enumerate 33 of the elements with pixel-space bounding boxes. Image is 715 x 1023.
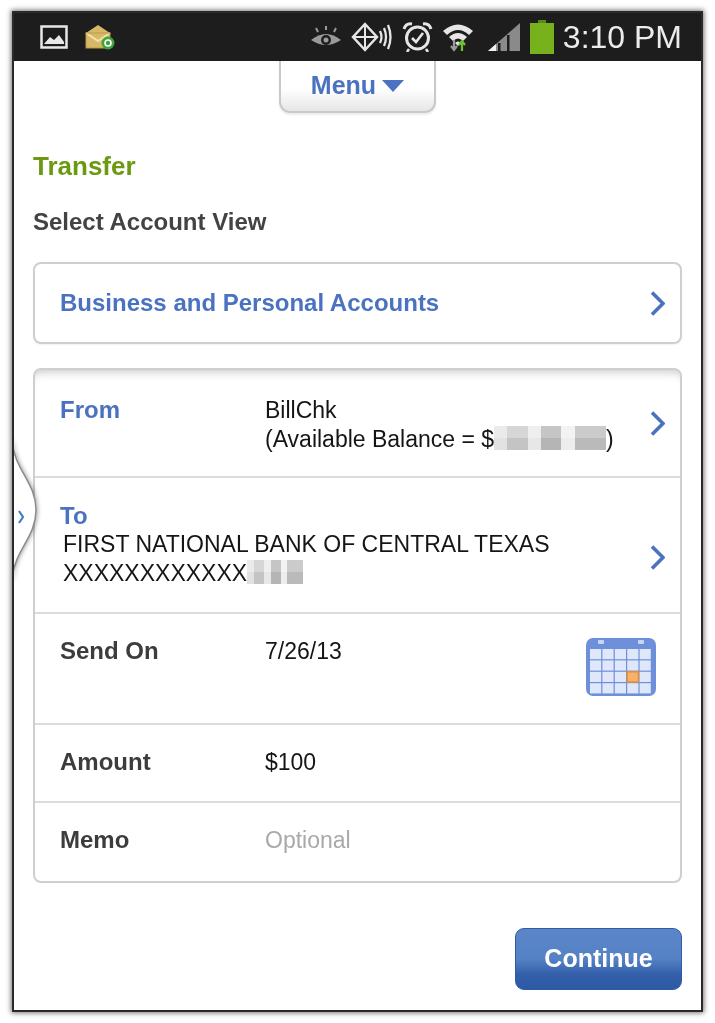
account-view-selector[interactable]: Business and Personal Accounts <box>33 262 682 344</box>
section-label: Select Account View <box>33 208 267 236</box>
diamond-waves-icon <box>350 22 393 52</box>
eye-icon <box>309 26 342 48</box>
amount-value[interactable]: $100 <box>265 748 317 777</box>
chevron-right-icon[interactable] <box>650 544 665 570</box>
battery-icon <box>529 20 554 54</box>
chevron-right-icon[interactable] <box>650 410 665 436</box>
field-label: Memo <box>60 826 131 854</box>
continue-button[interactable]: Continue <box>515 928 682 990</box>
image-icon <box>40 25 68 49</box>
alarm-clock-icon <box>401 22 433 52</box>
field-label: Amount <box>60 748 152 776</box>
payee-name[interactable]: FIRST NATIONAL BANK OF CENTRAL TEXAS <box>63 530 550 559</box>
field-label: Send On <box>60 637 160 665</box>
chevron-right-icon[interactable] <box>650 290 665 316</box>
masked-account-number: XXXXXXXXXXXX <box>63 560 248 586</box>
clock-time: 3:10 PM <box>562 19 682 55</box>
closing-parenthesis: ) <box>606 426 614 452</box>
page-title: Transfer <box>33 151 136 181</box>
field-label: To <box>60 502 88 530</box>
cell-signal-icon <box>486 22 521 52</box>
date-value[interactable]: 7/26/13 <box>265 637 342 666</box>
account-name[interactable]: BillChk <box>265 396 337 425</box>
memo-field[interactable]: Optional <box>265 826 595 854</box>
field-label: From <box>60 396 121 424</box>
chevron-icon <box>18 510 25 524</box>
menu-button[interactable]: Menu <box>279 61 436 113</box>
envelope-icon <box>85 24 115 50</box>
balance-label: (Available Balance = $ <box>265 426 495 452</box>
calendar-icon[interactable] <box>586 638 656 696</box>
caret-icon <box>382 80 405 92</box>
wifi-icon <box>441 22 474 52</box>
